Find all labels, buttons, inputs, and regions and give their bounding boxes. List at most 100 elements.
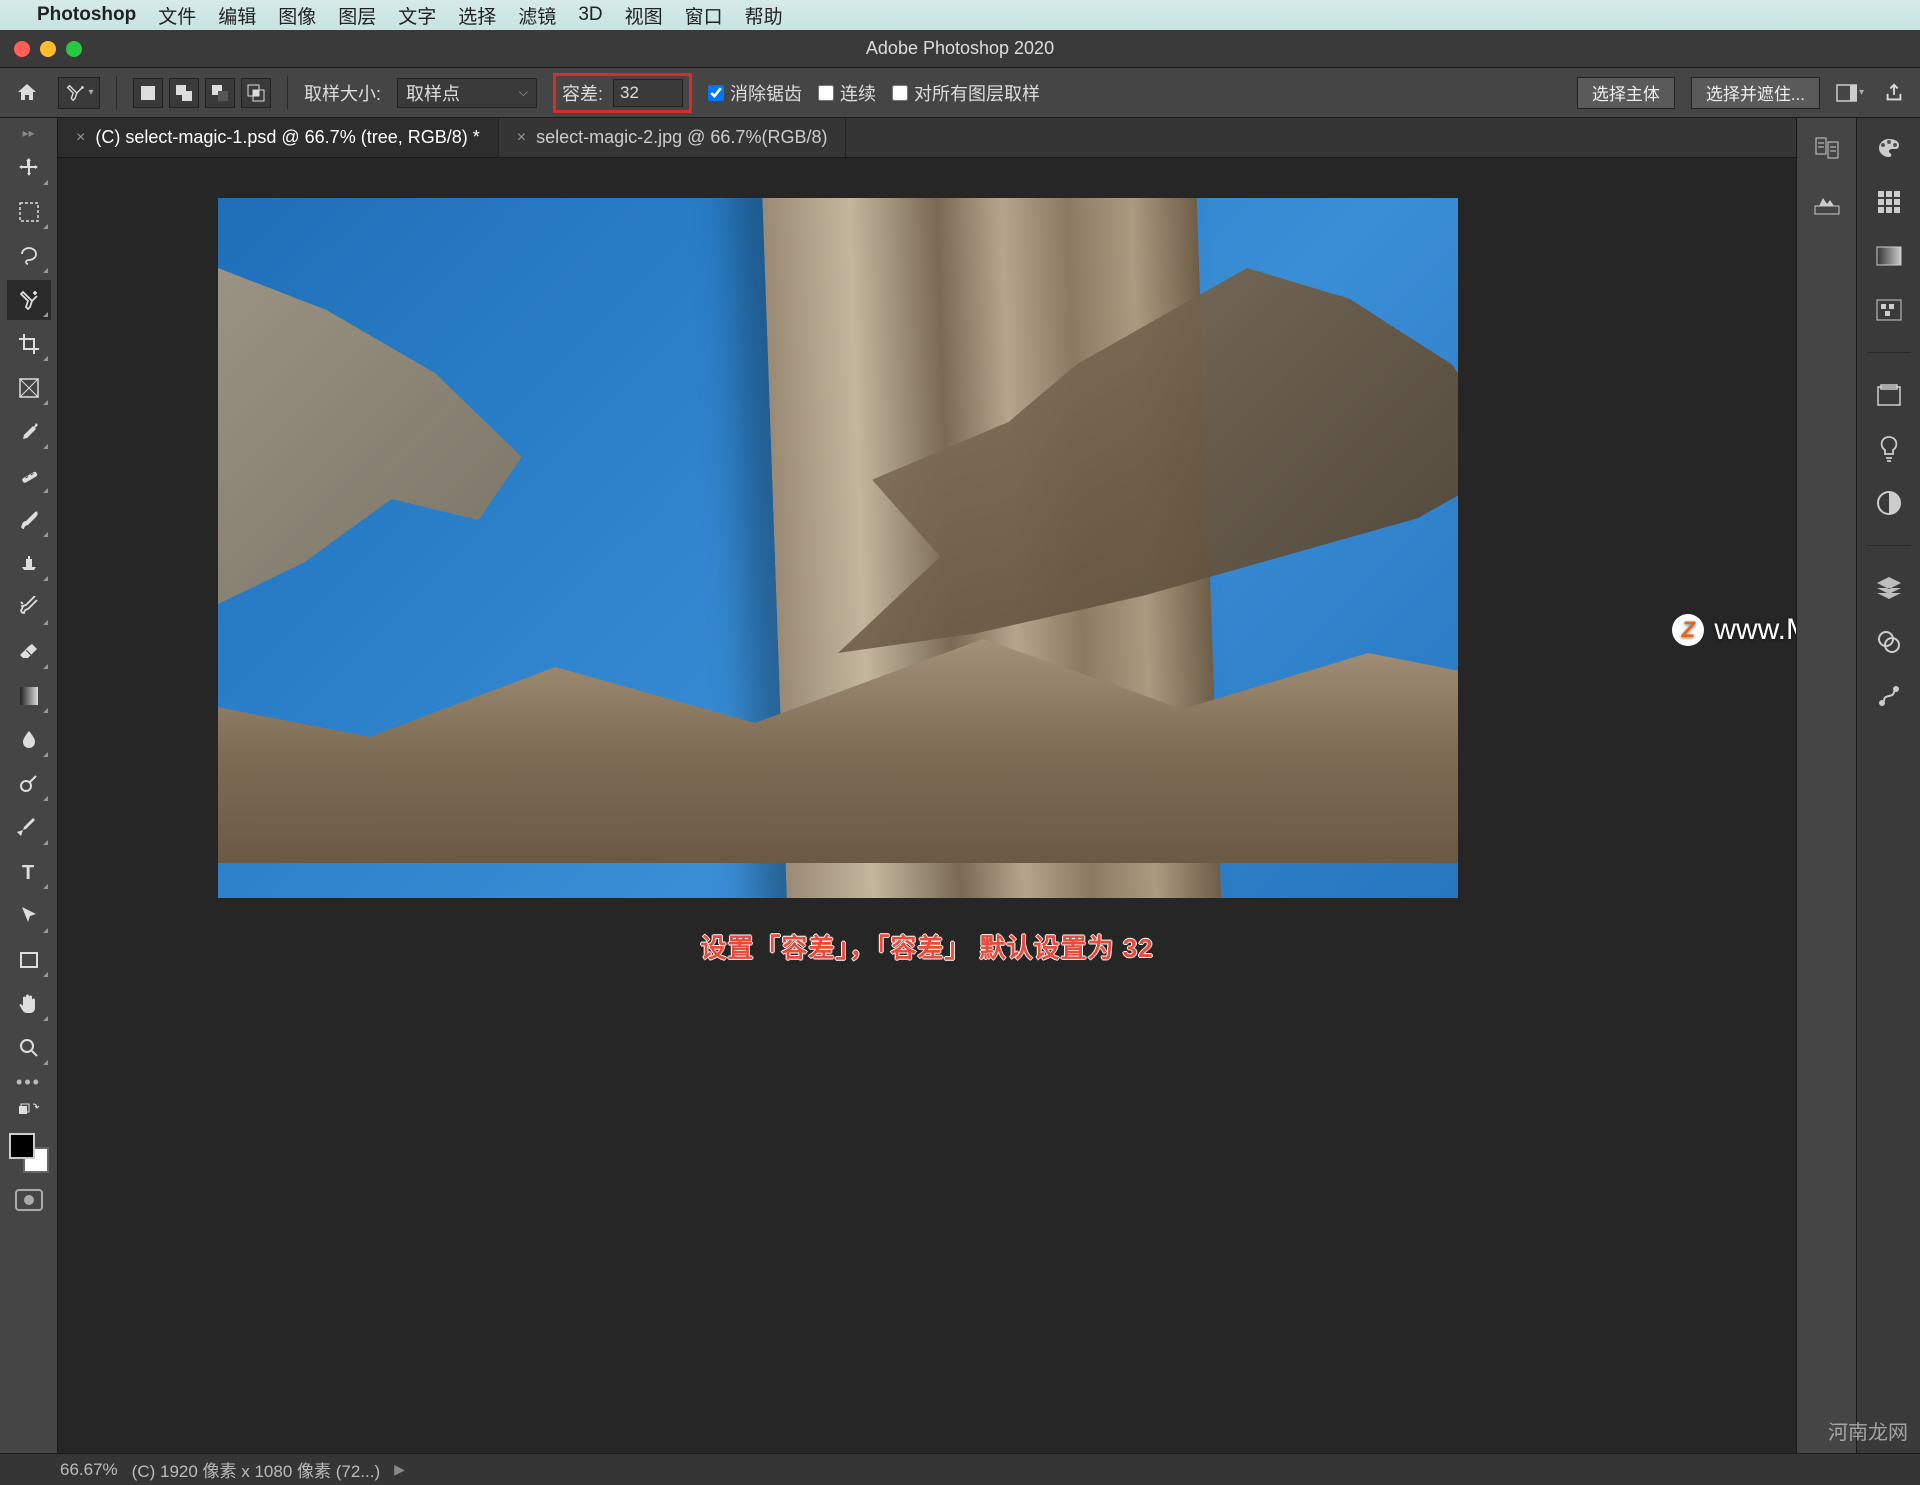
home-icon[interactable]	[12, 78, 42, 108]
lasso-tool[interactable]	[7, 236, 51, 276]
watermark: Zwww.MacZ.com	[1672, 613, 1796, 647]
gradients-panel-icon[interactable]	[1871, 240, 1907, 272]
marquee-tool[interactable]	[7, 192, 51, 232]
quick-mask-toggle[interactable]	[15, 1189, 43, 1211]
type-tool[interactable]: T	[7, 852, 51, 892]
select-subject-button[interactable]: 选择主体	[1577, 77, 1675, 109]
properties-panel-icon[interactable]	[1809, 188, 1845, 220]
close-window-button[interactable]	[14, 41, 30, 57]
color-swatches[interactable]	[9, 1133, 49, 1173]
adjustments-panel-icon[interactable]	[1871, 487, 1907, 519]
right-panel-dock-1	[1796, 118, 1856, 1453]
menu-3d[interactable]: 3D	[578, 4, 602, 26]
menu-window[interactable]: 窗口	[685, 2, 723, 29]
gradient-tool[interactable]	[7, 676, 51, 716]
document-tab-2[interactable]: ×select-magic-2.jpg @ 66.7%(RGB/8)	[499, 118, 847, 157]
move-tool[interactable]	[7, 148, 51, 188]
layers-panel-icon[interactable]	[1871, 572, 1907, 604]
document-info[interactable]: (C) 1920 像素 x 1080 像素 (72...)	[132, 1457, 380, 1482]
tab-label: (C) select-magic-1.psd @ 66.7% (tree, RG…	[95, 127, 479, 148]
patterns-panel-icon[interactable]	[1871, 294, 1907, 326]
sample-size-label: 取样大小:	[304, 80, 381, 106]
contiguous-checkbox[interactable]: 连续	[818, 80, 876, 106]
menu-file[interactable]: 文件	[158, 2, 196, 29]
divider	[1867, 352, 1911, 353]
zoom-tool[interactable]	[7, 1028, 51, 1068]
tolerance-highlight-box: 容差:	[553, 73, 692, 113]
status-bar: 66.67% (C) 1920 像素 x 1080 像素 (72...) ▶	[0, 1453, 1920, 1485]
workspace-icon[interactable]: ▾	[1836, 79, 1864, 107]
watermark-logo-icon: Z	[1672, 614, 1704, 646]
antialias-checkbox[interactable]: 消除锯齿	[708, 80, 802, 106]
canvas-viewport[interactable]: 设置「容差」，「容差」 默认设置为 32 Zwww.MacZ.com	[58, 158, 1796, 1453]
menu-help[interactable]: 帮助	[745, 2, 783, 29]
tool-preset-picker[interactable]: ▾	[58, 77, 100, 109]
chevron-down-icon: ⌵	[519, 85, 528, 100]
tolerance-label: 容差:	[562, 80, 603, 106]
crop-tool[interactable]	[7, 324, 51, 364]
hand-tool[interactable]	[7, 984, 51, 1024]
divider	[1867, 545, 1911, 546]
sample-all-layers-checkbox[interactable]: 对所有图层取样	[892, 80, 1040, 106]
close-tab-icon[interactable]: ×	[76, 129, 85, 147]
zoom-window-button[interactable]	[66, 41, 82, 57]
swatches-panel-icon[interactable]	[1871, 186, 1907, 218]
menu-select[interactable]: 选择	[458, 2, 496, 29]
path-selection-tool[interactable]	[7, 896, 51, 936]
close-tab-icon[interactable]: ×	[517, 129, 526, 147]
selection-new-icon[interactable]	[133, 78, 163, 108]
foreground-color-swatch[interactable]	[9, 1133, 35, 1159]
color-panel-icon[interactable]	[1871, 132, 1907, 164]
zoom-level[interactable]: 66.67%	[60, 1460, 118, 1480]
annotation-caption: 设置「容差」，「容差」 默认设置为 32	[700, 928, 1153, 965]
right-panel-dock-2	[1856, 118, 1920, 1453]
select-and-mask-button[interactable]: 选择并遮住...	[1691, 77, 1820, 109]
learn-panel-icon[interactable]	[1871, 433, 1907, 465]
paths-panel-icon[interactable]	[1871, 680, 1907, 712]
magic-wand-tool[interactable]	[7, 280, 51, 320]
channels-panel-icon[interactable]	[1871, 626, 1907, 658]
pen-tool[interactable]	[7, 808, 51, 848]
document-area: × (C) select-magic-1.psd @ 66.7% (tree, R…	[58, 118, 1796, 1453]
menu-edit[interactable]: 编辑	[218, 2, 256, 29]
document-canvas[interactable]	[218, 198, 1458, 898]
divider	[287, 76, 288, 110]
clone-stamp-tool[interactable]	[7, 544, 51, 584]
foreground-background-swap-icon[interactable]	[7, 1097, 51, 1119]
menu-app-name[interactable]: Photoshop	[37, 4, 136, 26]
tolerance-input[interactable]	[613, 79, 683, 107]
selection-add-icon[interactable]	[169, 78, 199, 108]
traffic-lights	[14, 41, 82, 57]
document-tabs: × (C) select-magic-1.psd @ 66.7% (tree, R…	[58, 118, 1796, 158]
selection-intersect-icon[interactable]	[241, 78, 271, 108]
dodge-tool[interactable]	[7, 764, 51, 804]
selection-subtract-icon[interactable]	[205, 78, 235, 108]
menu-type[interactable]: 文字	[398, 2, 436, 29]
image-content	[218, 268, 652, 688]
blur-tool[interactable]	[7, 720, 51, 760]
window-titlebar: Adobe Photoshop 2020	[0, 30, 1920, 68]
share-icon[interactable]	[1880, 79, 1908, 107]
watermark-text: www.MacZ.com	[1714, 613, 1796, 647]
menu-view[interactable]: 视图	[625, 2, 663, 29]
minimize-window-button[interactable]	[40, 41, 56, 57]
image-content	[838, 268, 1458, 653]
healing-brush-tool[interactable]	[7, 456, 51, 496]
bottom-watermark: 河南龙网	[1828, 1416, 1908, 1445]
panel-grip-icon[interactable]: ▸▸	[22, 126, 34, 140]
menu-image[interactable]: 图像	[278, 2, 316, 29]
eraser-tool[interactable]	[7, 632, 51, 672]
libraries-panel-icon[interactable]	[1871, 379, 1907, 411]
sample-size-dropdown[interactable]: 取样点 ⌵	[397, 78, 537, 108]
document-tab-1[interactable]: × (C) select-magic-1.psd @ 66.7% (tree, R…	[58, 118, 499, 157]
menu-filter[interactable]: 滤镜	[518, 2, 556, 29]
brush-tool[interactable]	[7, 500, 51, 540]
history-brush-tool[interactable]	[7, 588, 51, 628]
menu-layer[interactable]: 图层	[338, 2, 376, 29]
rectangle-tool[interactable]	[7, 940, 51, 980]
edit-toolbar-icon[interactable]: •••	[16, 1072, 41, 1093]
frame-tool[interactable]	[7, 368, 51, 408]
chevron-right-icon[interactable]: ▶	[394, 1461, 405, 1478]
history-panel-icon[interactable]	[1809, 132, 1845, 164]
eyedropper-tool[interactable]	[7, 412, 51, 452]
